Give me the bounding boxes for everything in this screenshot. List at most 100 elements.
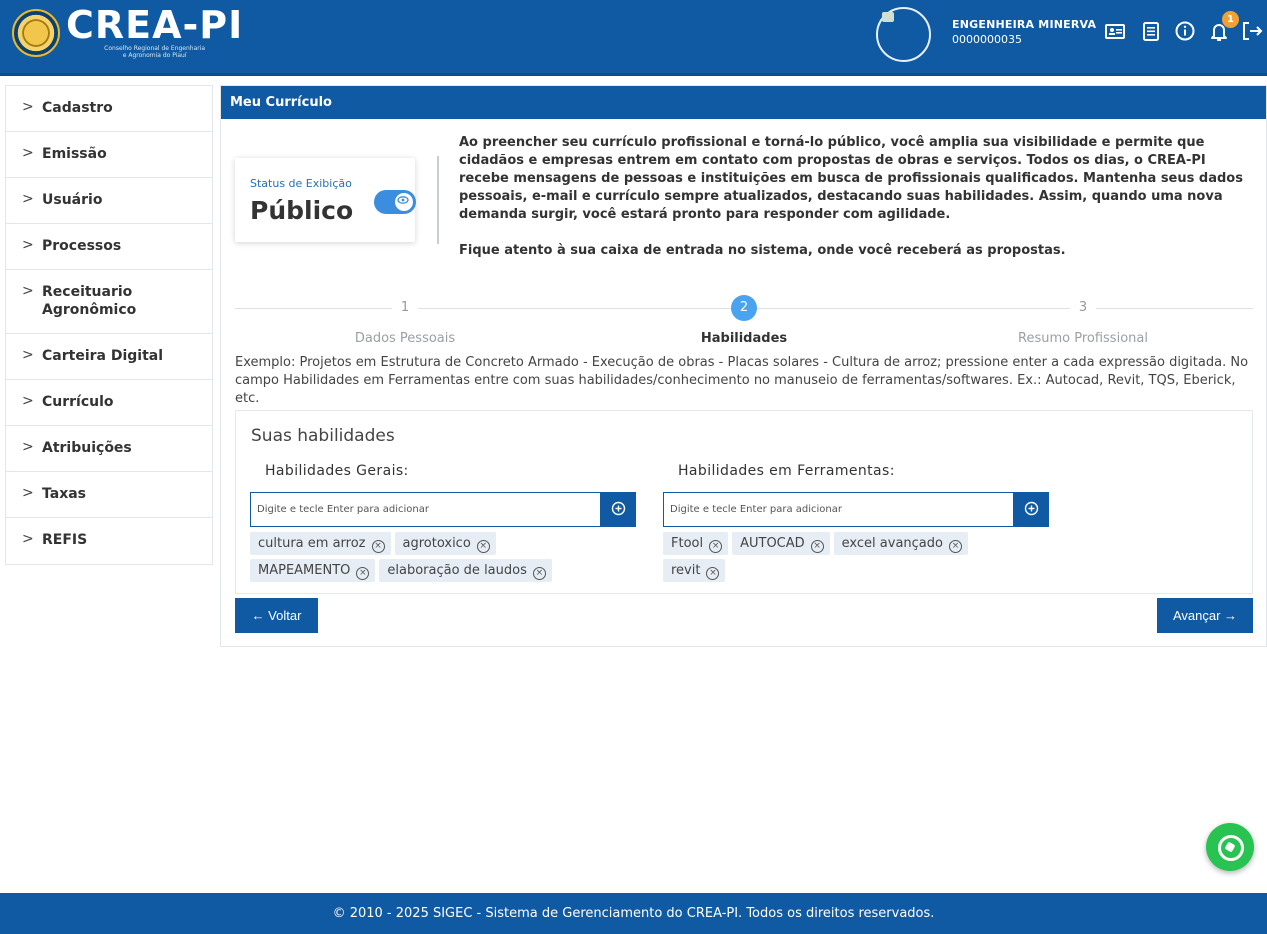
chevron-right-icon: > bbox=[22, 237, 34, 253]
chevron-right-icon: > bbox=[22, 531, 34, 547]
chevron-right-icon: > bbox=[22, 191, 34, 207]
sidebar-item-label: REFIS bbox=[42, 532, 88, 548]
remove-chip-icon[interactable]: × bbox=[476, 540, 490, 553]
sidebar-item-label: Cadastro bbox=[42, 100, 113, 116]
intro-text: Ao preencher seu currículo profissional … bbox=[459, 134, 1254, 260]
sidebar-item-label: Usuário bbox=[42, 192, 103, 208]
logout-icon[interactable] bbox=[1240, 20, 1264, 44]
logo-title: CREA-PI bbox=[66, 3, 244, 47]
sidebar-item-curriculo[interactable]: > Currículo bbox=[6, 380, 212, 426]
sidebar-item-taxas[interactable]: > Taxas bbox=[6, 472, 212, 518]
document-icon[interactable] bbox=[1139, 20, 1163, 44]
skill-chip: agrotoxico × bbox=[394, 532, 496, 555]
step-2-label: Habilidades bbox=[700, 331, 788, 346]
sidebar-item-carteira-digital[interactable]: > Carteira Digital bbox=[6, 334, 212, 380]
footer: © 2010 - 2025 SIGEC - Sistema de Gerenci… bbox=[0, 893, 1267, 934]
curriculo-card: Meu Currículo Status de Exibição Público… bbox=[220, 85, 1267, 647]
sidebar: > Cadastro > Emissão > Usuário > Processos >… bbox=[5, 85, 213, 565]
skill-chip: MAPEAMENTO × bbox=[250, 559, 376, 582]
tool-skills-input-row bbox=[663, 492, 1049, 527]
add-general-skill-button[interactable] bbox=[600, 492, 636, 527]
sidebar-item-label: Receituario Agronômico bbox=[42, 284, 137, 318]
whatsapp-icon[interactable] bbox=[1206, 823, 1254, 871]
visibility-status-box: Status de Exibição Público bbox=[235, 158, 416, 242]
sidebar-item-label: Processos bbox=[42, 238, 122, 254]
sidebar-item-receituario[interactable]: > Receituario Agronômico bbox=[6, 270, 212, 334]
sidebar-item-emissao[interactable]: > Emissão bbox=[6, 132, 212, 178]
remove-chip-icon[interactable]: × bbox=[810, 540, 824, 553]
sidebar-item-label: Emissão bbox=[42, 146, 107, 162]
skills-title: Suas habilidades bbox=[251, 426, 395, 446]
user-name: ENGENHEIRA MINERVA bbox=[952, 18, 1097, 31]
user-id: 0000000035 bbox=[952, 33, 1022, 46]
chip-label: elaboração de laudos bbox=[387, 563, 527, 578]
tool-skills-title: Habilidades em Ferramentas: bbox=[678, 463, 895, 479]
info-icon[interactable] bbox=[1173, 20, 1197, 44]
status-label: Status de Exibição bbox=[250, 177, 352, 190]
visibility-toggle[interactable] bbox=[374, 190, 416, 214]
sidebar-item-usuario[interactable]: > Usuário bbox=[6, 178, 212, 224]
remove-chip-icon[interactable]: × bbox=[356, 567, 370, 580]
crea-logo[interactable]: CREA-PI Conselho Regional de Engenharia … bbox=[12, 6, 243, 59]
chevron-right-icon: > bbox=[22, 393, 34, 409]
intro-paragraph-2: Fique atento à sua caixa de entrada no s… bbox=[459, 243, 1066, 258]
status-value: Público bbox=[250, 196, 354, 225]
tool-chip: Ftool × bbox=[663, 532, 729, 555]
sidebar-item-refis[interactable]: > REFIS bbox=[6, 518, 212, 564]
stepper: 1 2 3 Dados Pessoais Habilidades Resumo … bbox=[235, 293, 1253, 353]
step-3-label: Resumo Profissional bbox=[1018, 331, 1148, 346]
add-tool-skill-button[interactable] bbox=[1013, 492, 1049, 527]
general-skills-input[interactable] bbox=[250, 492, 600, 527]
general-skills-input-row bbox=[250, 492, 636, 527]
id-card-icon[interactable] bbox=[1103, 20, 1127, 44]
chip-label: revit bbox=[671, 563, 701, 578]
sidebar-item-label: Currículo bbox=[42, 394, 114, 410]
vertical-divider bbox=[437, 156, 439, 244]
chevron-right-icon: > bbox=[22, 347, 34, 363]
remove-chip-icon[interactable]: × bbox=[948, 540, 962, 553]
logo-subtitle-2: e Agronomia do Piauí bbox=[122, 52, 187, 59]
remove-chip-icon[interactable]: × bbox=[532, 567, 546, 580]
step-2-circle[interactable]: 2 bbox=[731, 295, 757, 321]
avatar[interactable] bbox=[876, 7, 931, 62]
sidebar-item-label: Atribuições bbox=[42, 440, 132, 456]
chip-label: MAPEAMENTO bbox=[258, 563, 351, 578]
step-1-circle[interactable]: 1 bbox=[392, 295, 418, 321]
logo-text: CREA-PI Conselho Regional de Engenharia … bbox=[66, 6, 243, 59]
tool-skills-input[interactable] bbox=[663, 492, 1013, 527]
remove-chip-icon[interactable]: × bbox=[706, 567, 720, 580]
sidebar-item-processos[interactable]: > Processos bbox=[6, 224, 212, 270]
sidebar-item-label: Taxas bbox=[42, 486, 87, 502]
chevron-right-icon: > bbox=[22, 145, 34, 161]
sidebar-item-cadastro[interactable]: > Cadastro bbox=[6, 86, 212, 132]
step-3-circle[interactable]: 3 bbox=[1070, 295, 1096, 321]
chip-label: cultura em arroz bbox=[258, 536, 366, 551]
intro-paragraph-1: Ao preencher seu currículo profissional … bbox=[459, 135, 1243, 222]
chevron-right-icon: > bbox=[22, 485, 34, 501]
eye-icon bbox=[397, 194, 409, 212]
tool-chip: excel avançado × bbox=[833, 532, 968, 555]
chevron-right-icon: > bbox=[22, 283, 34, 299]
skill-chip: cultura em arroz × bbox=[250, 532, 391, 555]
remove-chip-icon[interactable]: × bbox=[371, 540, 385, 553]
tool-skills-column: Habilidades em Ferramentas: Ftool × AUTOC… bbox=[663, 463, 1049, 586]
chip-label: agrotoxico bbox=[402, 536, 471, 551]
chip-label: Ftool bbox=[671, 536, 704, 551]
remove-chip-icon[interactable]: × bbox=[709, 540, 723, 553]
tool-chip: revit × bbox=[663, 559, 726, 582]
chip-label: excel avançado bbox=[841, 536, 943, 551]
general-skills-column: Habilidades Gerais: cultura em arroz × ag… bbox=[250, 463, 636, 586]
chip-label: AUTOCAD bbox=[740, 536, 805, 551]
skills-hint: Exemplo: Projetos em Estrutura de Concre… bbox=[235, 355, 1249, 406]
crea-seal-icon bbox=[12, 8, 60, 57]
back-button[interactable]: ← Voltar bbox=[235, 598, 318, 633]
step-1-label: Dados Pessoais bbox=[354, 331, 456, 346]
general-skills-title: Habilidades Gerais: bbox=[265, 463, 409, 479]
sidebar-item-label: Carteira Digital bbox=[42, 348, 164, 364]
user-info: ENGENHEIRA MINERVA 0000000035 bbox=[952, 18, 1096, 46]
sidebar-item-atribuicoes[interactable]: > Atribuições bbox=[6, 426, 212, 472]
notification-badge: 1 bbox=[1222, 11, 1239, 28]
next-button[interactable]: Avançar → bbox=[1157, 598, 1253, 633]
skill-chip: elaboração de laudos × bbox=[379, 559, 552, 582]
tool-skills-chips: Ftool × AUTOCAD × excel avançado × revit × bbox=[663, 532, 1003, 586]
